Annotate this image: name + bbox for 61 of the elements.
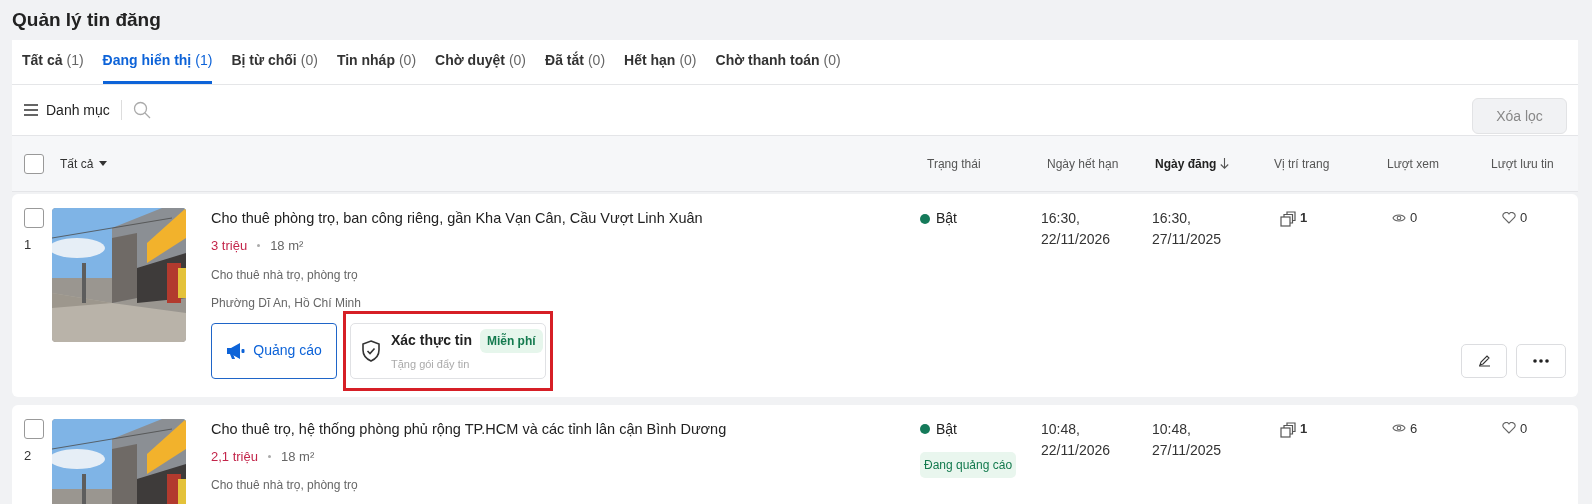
location-text: Phường Dĩ An, Hồ Chí Minh — [211, 295, 362, 310]
eye-icon — [1392, 423, 1406, 434]
page-position: 1 — [1300, 419, 1308, 438]
column-header: Trạng thái — [927, 155, 981, 173]
checkbox[interactable] — [24, 418, 44, 439]
column-header: Vị trí trang — [1274, 155, 1330, 173]
tab[interactable]: Chờ thanh toán (0) — [715, 40, 841, 84]
tab[interactable]: Hết hạn (0) — [624, 40, 697, 84]
category-text: Cho thuê nhà trọ, phòng trọ — [211, 266, 359, 284]
tab[interactable]: Bị từ chối (0) — [231, 40, 318, 84]
pencil-icon — [1477, 354, 1491, 367]
row-number: 1 — [24, 236, 32, 254]
shield-check-icon — [361, 339, 381, 362]
price: 2,1 triệu — [211, 447, 258, 466]
more-button[interactable] — [1516, 343, 1566, 378]
price: 3 triệu — [211, 237, 248, 255]
save-count: 0 — [1520, 209, 1528, 227]
menu-icon — [24, 104, 38, 116]
page-title: Quản lý tin đăng — [12, 7, 162, 32]
row-number: 2 — [24, 446, 32, 465]
heart-icon — [1502, 422, 1516, 435]
expiry-date: 16:30, 22/11/2026 — [1041, 209, 1112, 249]
more-icon — [1533, 358, 1549, 363]
checkbox[interactable] — [24, 153, 44, 174]
megaphone-icon — [226, 342, 246, 359]
posted-date: 16:30, 27/11/2025 — [1152, 209, 1223, 249]
search-icon[interactable] — [132, 101, 151, 119]
posted-date: 10:48, 27/11/2025 — [1152, 419, 1223, 460]
checkbox[interactable] — [24, 208, 44, 228]
edit-button[interactable] — [1461, 343, 1507, 378]
column-header: Lượt lưu tin — [1491, 155, 1554, 173]
view-count: 6 — [1410, 419, 1418, 438]
tab[interactable]: Tin nháp (0) — [336, 40, 417, 84]
sort-arrow-icon — [1220, 158, 1230, 169]
column-header[interactable]: Ngày đăng — [1155, 154, 1217, 173]
verify-listing-button[interactable]: Xác thực tin Miễn phí Tặng gói đẩy tin — [350, 322, 546, 379]
status-text: Bật — [936, 209, 957, 228]
pages-icon — [1280, 421, 1296, 438]
heart-icon — [1502, 211, 1516, 224]
tab[interactable]: Đã tắt (0) — [545, 40, 606, 84]
column-header: Ngày hết hạn — [1047, 155, 1119, 173]
expiry-date: 10:48, 22/11/2026 — [1041, 419, 1112, 460]
page-position: 1 — [1300, 209, 1308, 227]
listing-title[interactable]: Cho thuê phòng trọ, ban công riêng, gần Kha Vạn Cân, Cầu Vượt Linh Xuân — [211, 209, 703, 227]
status-text: Bật — [936, 419, 957, 439]
select-all-dropdown[interactable]: Tất cả — [60, 154, 108, 173]
tab[interactable]: Tất cả (1) — [22, 40, 84, 84]
pages-icon — [1280, 211, 1296, 227]
advertise-button[interactable]: Quảng cáo — [211, 322, 337, 379]
save-count: 0 — [1520, 419, 1528, 438]
category-button[interactable]: Danh mục — [24, 99, 110, 121]
column-header: Lượt xem — [1387, 155, 1439, 173]
view-count: 0 — [1410, 209, 1418, 227]
area: 18 m² — [281, 446, 315, 466]
area: 18 m² — [270, 236, 304, 256]
status-badge: Đang quảng cáo — [920, 451, 1017, 478]
category-text: Cho thuê nhà trọ, phòng trọ — [211, 477, 359, 494]
listing-title[interactable]: Cho thuê trọ, hệ thống phòng phủ rộng TP.HCM và các tỉnh lân cận Bình Dương — [211, 419, 727, 438]
eye-icon — [1392, 212, 1406, 223]
tab[interactable]: Chờ duyệt (0) — [435, 40, 527, 84]
caret-icon — [99, 161, 108, 166]
